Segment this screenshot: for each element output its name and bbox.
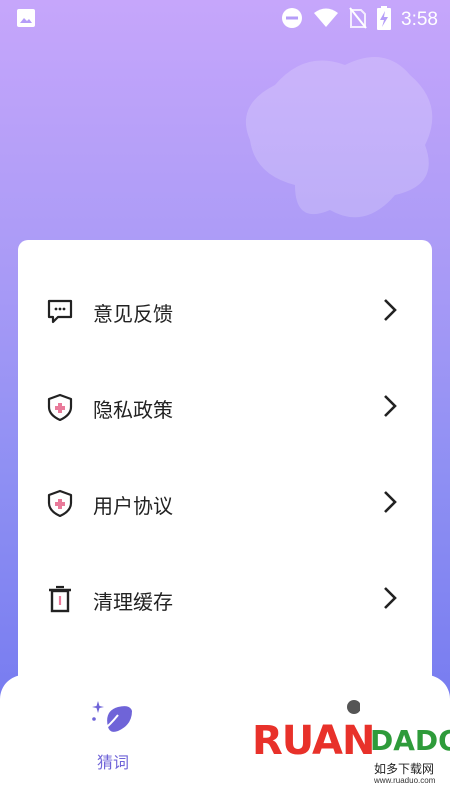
menu-item-user-agreement[interactable]: 用户协议 [18,472,432,532]
status-bar: 3:58 [0,0,450,36]
battery-charging-icon [377,6,392,34]
no-sim-icon [349,7,367,33]
watermark-brand-secondary: DADO [370,724,450,757]
image-icon [16,8,36,32]
chat-bubble-icon [46,297,74,325]
status-time: 3:58 [401,9,438,30]
chevron-right-icon [382,490,398,514]
tab-guess-word[interactable]: 猜词 [73,697,153,773]
settings-card: 意见反馈 隐私政策 用户协议 清理缓存 [18,240,432,710]
watermark-subtitle: 如多下载网 [374,762,435,776]
watermark-url: www.ruaduo.com [374,776,436,785]
chevron-right-icon [382,298,398,322]
watermark-brand: RUAN [252,718,375,764]
watermark-logo: RUAN DADO 如多下载网 www.ruaduo.com [252,718,450,796]
do-not-disturb-icon [281,7,303,33]
sparkle-leaf-icon [90,701,136,743]
menu-item-label: 隐私政策 [93,398,173,422]
menu-item-label: 意见反馈 [93,302,173,326]
chevron-right-icon [382,586,398,610]
menu-item-privacy-policy[interactable]: 隐私政策 [18,376,432,436]
menu-item-clear-cache[interactable]: 清理缓存 [18,568,432,628]
trash-icon [46,585,74,613]
background-decoration [245,57,433,218]
shield-plus-icon [46,489,74,518]
chevron-right-icon [382,394,398,418]
menu-item-feedback[interactable]: 意见反馈 [18,280,432,340]
wifi-icon [313,8,339,32]
tab-label: 猜词 [96,753,129,772]
shield-plus-icon [46,393,74,422]
menu-item-label: 清理缓存 [93,590,173,614]
menu-item-label: 用户协议 [93,494,173,518]
